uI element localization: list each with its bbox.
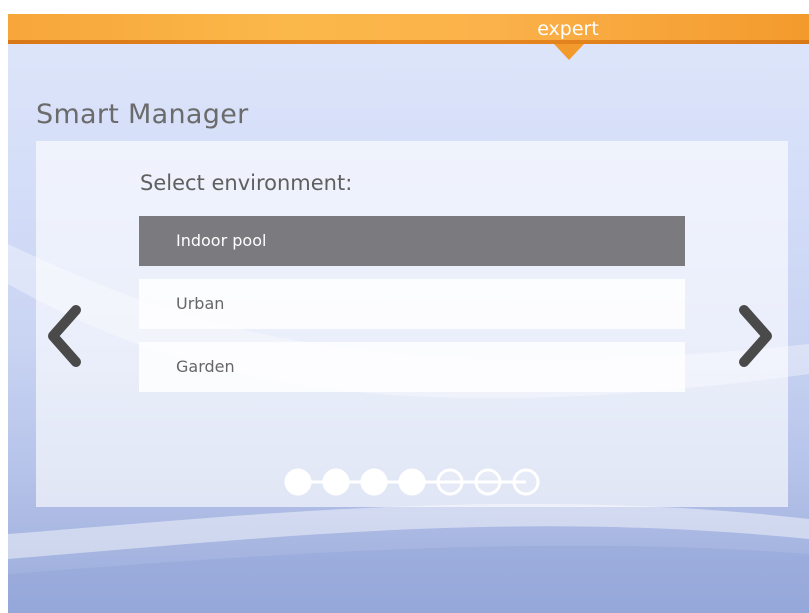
previous-page-button[interactable]: [44, 304, 84, 368]
page-dot-empty: [474, 468, 502, 496]
option-indoor-pool[interactable]: Indoor pool: [139, 216, 685, 266]
page-dot-filled: [398, 468, 426, 496]
option-urban[interactable]: Urban: [139, 279, 685, 329]
environment-options-list: Indoor pool Urban Garden: [139, 216, 685, 405]
top-bar-shade: [8, 40, 809, 44]
page-dot-filled: [360, 468, 388, 496]
page-dot-empty: [436, 468, 464, 496]
chevron-right-icon: [739, 305, 772, 367]
environment-panel: Select environment: Indoor pool Urban Ga…: [36, 141, 788, 507]
page-title: Smart Manager: [36, 99, 249, 130]
option-garden[interactable]: Garden: [139, 342, 685, 392]
page-dot-filled: [284, 468, 312, 496]
top-bar: expert: [8, 14, 809, 44]
page-indicator: [284, 468, 540, 496]
chevron-left-icon: [48, 305, 81, 367]
page-dot-empty: [512, 468, 540, 496]
expert-mode-tab[interactable]: expert: [528, 17, 608, 41]
screen: expert Smart Manager Select environment:…: [8, 14, 809, 613]
mode-indicator-notch: [554, 44, 584, 60]
select-environment-prompt: Select environment:: [140, 171, 353, 195]
next-page-button[interactable]: [736, 304, 776, 368]
page-dot-filled: [322, 468, 350, 496]
